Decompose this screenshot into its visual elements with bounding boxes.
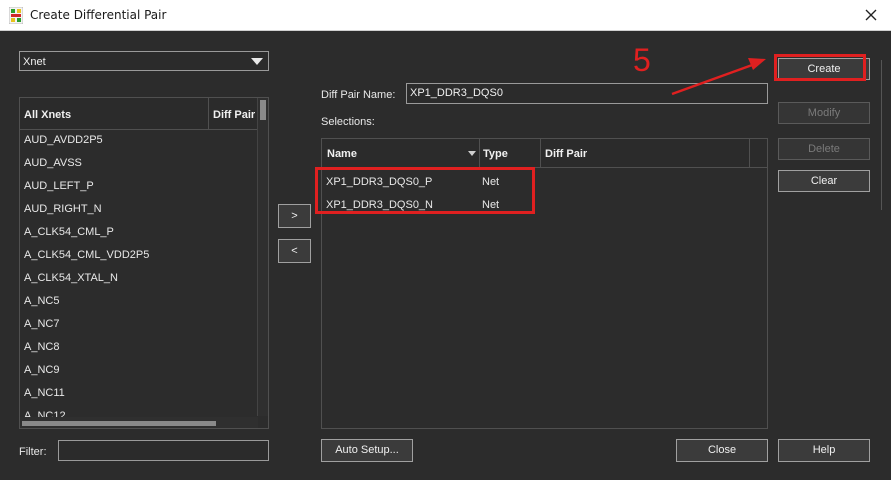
annotation-arrow-icon: [671, 58, 766, 96]
